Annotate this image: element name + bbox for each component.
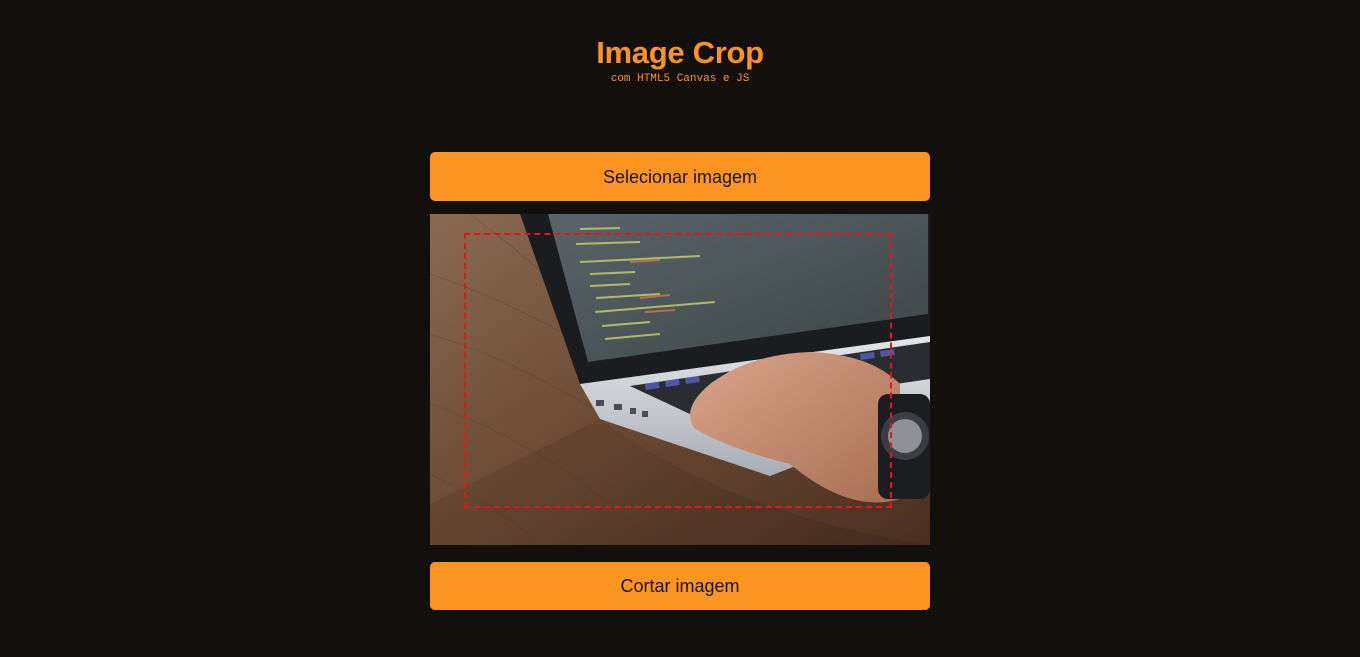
select-image-button[interactable]: Selecionar imagem <box>430 152 930 201</box>
page-subtitle: com HTML5 Canvas e JS <box>610 73 750 85</box>
crop-image-button[interactable]: Cortar imagem <box>430 562 930 610</box>
image-canvas[interactable] <box>430 214 930 545</box>
page-header: Image Crop com HTML5 Canvas e JS <box>0 34 1360 86</box>
page-title: Image Crop <box>596 35 764 70</box>
app-root: Image Crop com HTML5 Canvas e JS Selecio… <box>0 0 1360 657</box>
crop-selection-box[interactable] <box>464 233 892 508</box>
